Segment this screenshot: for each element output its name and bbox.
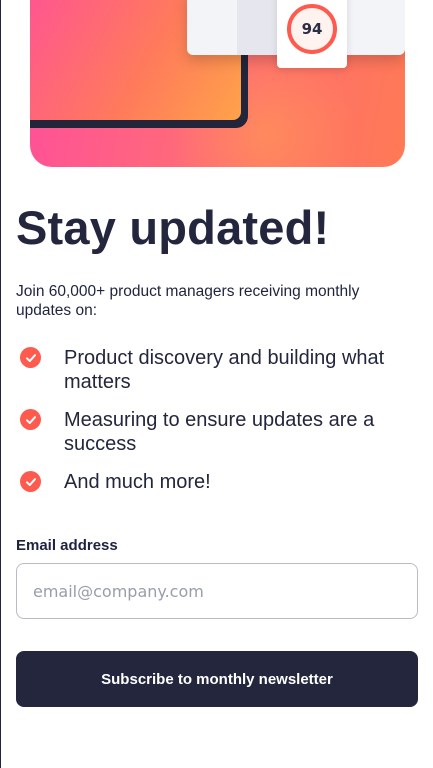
subscribe-button[interactable]: Subscribe to monthly newsletter xyxy=(16,651,418,707)
email-field[interactable] xyxy=(16,563,418,619)
score-widget: 94 xyxy=(277,0,347,68)
page-edge xyxy=(0,0,1,768)
feature-item: Product discovery and building what matt… xyxy=(16,346,416,394)
feature-label: Product discovery and building what matt… xyxy=(64,347,385,393)
card-shade xyxy=(237,0,277,55)
check-icon xyxy=(20,471,41,492)
intro-text: Join 60,000+ product managers receiving … xyxy=(16,283,360,319)
score-ring: 94 xyxy=(287,4,337,54)
feature-item: Measuring to ensure updates are a succes… xyxy=(16,408,416,456)
feature-label: And much more! xyxy=(64,471,211,493)
feature-list: Product discovery and building what matt… xyxy=(16,346,416,508)
page-title: Stay updated! xyxy=(16,201,330,254)
hero-illustration: 94 xyxy=(30,0,405,167)
email-label: Email address xyxy=(16,537,118,554)
check-icon xyxy=(20,409,41,430)
feature-item: And much more! xyxy=(16,470,416,494)
score-value: 94 xyxy=(301,20,323,38)
feature-label: Measuring to ensure updates are a succes… xyxy=(64,409,375,455)
check-icon xyxy=(20,347,41,368)
